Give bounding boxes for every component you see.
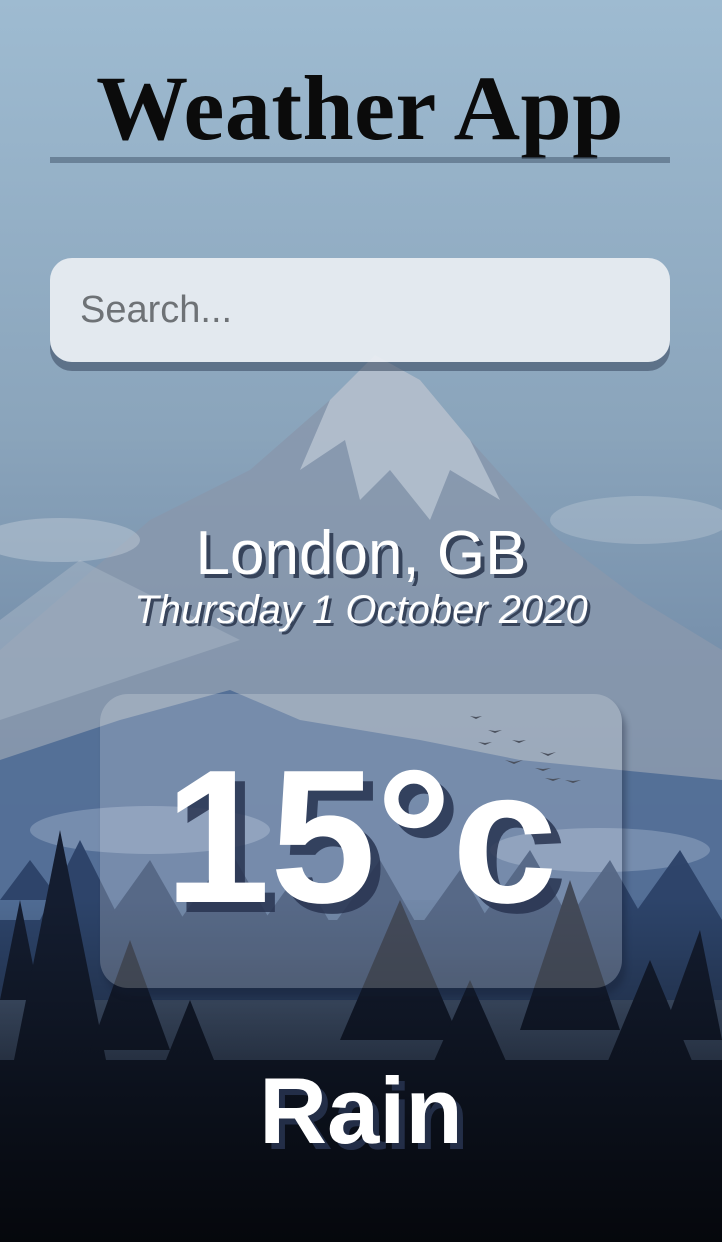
app-title: Weather App: [96, 57, 624, 159]
location-label: London, GB: [195, 519, 527, 588]
search-input[interactable]: [50, 258, 670, 362]
weather-app: Weather App London, GB Thursday 1 Octobe…: [0, 0, 722, 1242]
temperature-value: 15°c: [164, 731, 558, 943]
weather-condition: Rain: [259, 1058, 463, 1163]
title-divider: [50, 157, 670, 163]
date-label: Thursday 1 October 2020: [134, 588, 588, 632]
